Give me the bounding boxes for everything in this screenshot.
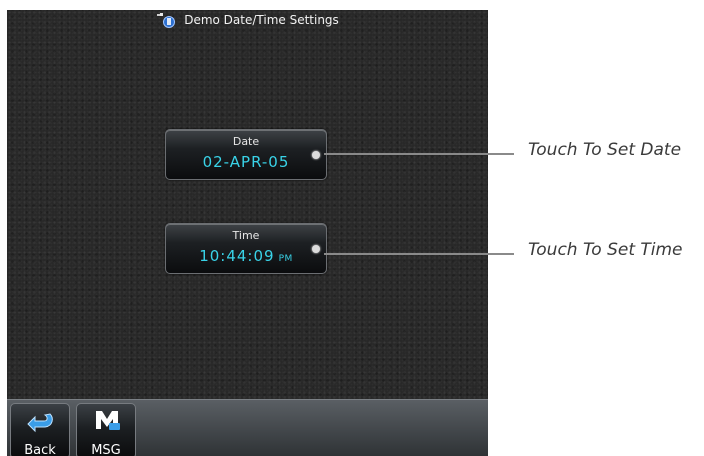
date-button[interactable]: Date 02-APR-05	[165, 129, 327, 180]
softkey-bar: Back MSG	[7, 399, 488, 456]
date-value: 02-APR-05	[202, 153, 290, 171]
device-screen: Demo Date/Time Settings Date 02-APR-05 T…	[7, 10, 488, 456]
title-bar: Demo Date/Time Settings	[7, 10, 488, 30]
date-callout: Touch To Set Date	[528, 140, 682, 160]
back-arrow-icon	[26, 408, 56, 434]
msg-label: MSG	[91, 443, 121, 456]
time-ampm: PM	[278, 254, 293, 264]
message-icon	[92, 408, 122, 434]
time-label: Time	[232, 229, 260, 242]
date-callout-line	[324, 153, 514, 155]
time-callout: Touch To Set Time	[528, 240, 683, 260]
time-value: 10:44:09 PM	[199, 247, 293, 265]
garmin-settings-icon	[156, 12, 178, 28]
date-indicator-dot	[312, 151, 320, 159]
time-callout-line	[324, 253, 514, 255]
time-button[interactable]: Time 10:44:09 PM	[165, 223, 327, 274]
back-button[interactable]: Back	[10, 403, 70, 456]
msg-button[interactable]: MSG	[76, 403, 136, 456]
date-label: Date	[232, 135, 260, 148]
back-label: Back	[24, 443, 56, 456]
time-indicator-dot	[312, 245, 320, 253]
page-title: Demo Date/Time Settings	[184, 13, 339, 27]
